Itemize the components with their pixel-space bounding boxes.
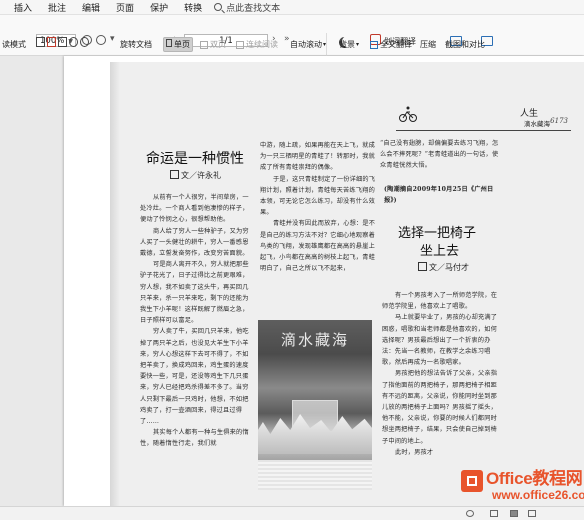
article-title-1: 命运是一种惯性 xyxy=(146,151,244,167)
toolbar: 100%▼ ▾ ‹ 1/1 › » 划词翻译 读模式 旋转文档 单页 双页 连续… xyxy=(0,15,584,67)
search-box[interactable]: 点此查找文本 xyxy=(214,1,280,14)
byline-text-2: 文／马付才 xyxy=(429,263,469,272)
fit-view-icon[interactable] xyxy=(528,510,536,517)
article-byline-2: 文／马付才 xyxy=(418,262,469,273)
paragraph: 其实每个人都有一种与生俱来的惰性，随着惰性行走，我们就 xyxy=(140,429,249,448)
watermark: Office教程网 www.office26.com xyxy=(458,464,584,508)
actual-size-icon[interactable] xyxy=(58,37,67,47)
full-translate-button[interactable]: 全文翻译 xyxy=(370,39,412,50)
read-mode-button[interactable]: 读模式 xyxy=(2,39,26,50)
section-header: 人生 滴水藏海 6173 xyxy=(396,106,576,132)
zoom-out-icon[interactable] xyxy=(96,35,106,45)
full-translate-icon xyxy=(370,40,378,49)
section-subtitle: 滴水藏海 xyxy=(524,120,550,128)
paragraph: 此时，男孩才 xyxy=(395,448,434,456)
double-page-label: 双页 xyxy=(210,40,226,49)
auto-scroll-button[interactable]: 自动滚动 ▾ xyxy=(290,39,326,50)
paragraph: 男孩把他的想法告诉了父亲，父亲指了指他面前的两把椅子，那两把椅子相距有不远的距离… xyxy=(382,370,498,445)
single-page-icon xyxy=(166,39,172,47)
paragraph: 中游，随上疏，如果再能在天上飞，就成为一只三栖明星的青蛙了！转那时，我就成了所有… xyxy=(260,142,375,172)
auto-scroll-label: 自动滚动 xyxy=(290,40,322,49)
eye-icon[interactable] xyxy=(466,510,474,517)
rotate-right-icon[interactable] xyxy=(80,37,89,47)
fit-page-icon[interactable] xyxy=(36,37,45,47)
chevron-down-icon: ▾ xyxy=(356,41,360,48)
search-label: 点此查找文本 xyxy=(226,3,281,14)
water-shape xyxy=(258,460,372,490)
menu-annotate[interactable]: 批注 xyxy=(40,1,74,14)
paragraph: 青蛙并没有因此而放弃，心想：是不是自己的练习方法不对？它细心地观察着鸟类的飞翔，… xyxy=(260,220,376,273)
background-button[interactable]: 背景 ▾ xyxy=(339,39,359,50)
header-rule xyxy=(396,130,571,131)
byline-box-icon xyxy=(418,262,427,271)
rotate-document-button[interactable]: 旋转文档 xyxy=(120,39,152,50)
continuous-read-button[interactable]: 连续阅读 xyxy=(236,39,278,50)
continuous-read-icon xyxy=(236,40,244,49)
double-page-icon xyxy=(200,40,208,49)
menu-page[interactable]: 页面 xyxy=(108,1,142,14)
menu-insert[interactable]: 插入 xyxy=(0,1,40,14)
page-view-icon[interactable] xyxy=(510,510,518,517)
single-page-button[interactable]: 单页 xyxy=(163,37,193,52)
article-title-2-line2: 坐上去 xyxy=(420,244,460,259)
byline-text-1: 文／许永礼 xyxy=(181,171,221,180)
paragraph: 有一个男孩考入了一所师范学院，在师范学院里，他喜欢上了唱歌。 xyxy=(382,292,498,311)
compress-label: 压缩 xyxy=(420,40,436,49)
menu-convert[interactable]: 转换 xyxy=(176,1,210,14)
rotate-left-icon[interactable] xyxy=(69,37,78,47)
read-mode-label: 读模式 xyxy=(2,40,26,49)
screenshot-compare-button[interactable]: 截图和对比 xyxy=(445,39,485,50)
single-page-label: 单页 xyxy=(174,40,190,49)
chevron-down-icon: ▾ xyxy=(323,41,327,48)
paragraph: 穷人卖了牛，买回几只羊来，他吃掉了两只羊之后，也没见大羊生下小羊来，穷人心想这样… xyxy=(140,328,249,426)
zoom-menu-icon[interactable]: ▾ xyxy=(110,34,115,44)
double-page-button[interactable]: 双页 xyxy=(200,39,226,50)
compress-button[interactable]: 压缩 xyxy=(420,39,436,50)
paragraph: 马上就要毕业了，男孩的心却充满了困惑，唱歌和当老师都是他喜欢的，如何选择呢？男孩… xyxy=(382,314,498,367)
article-column-3: “自己没有翅膀，却偏偏要去练习飞翔，怎么会不摔死呢？”老青蛙道出的一句话，使众青… xyxy=(380,138,500,184)
watermark-brand: Office教程网 xyxy=(486,464,583,489)
source-note: (陶潮摘自2009年10月25日《广州日报》) xyxy=(384,186,494,205)
article-title-2-line1: 选择一把椅子 xyxy=(398,226,477,241)
article-column-2: 中游，随上疏，如果再能在天上飞，就成为一只三栖明星的青蛙了！转那时，我就成了所有… xyxy=(260,140,376,310)
status-bar xyxy=(0,506,584,520)
full-translate-label: 全文翻译 xyxy=(380,40,412,49)
article-byline-1: 文／许永礼 xyxy=(170,170,221,181)
page-number-label: 6173 xyxy=(550,117,568,125)
poster-title: 滴水藏海 xyxy=(280,331,349,349)
watermark-brand-cn: 教程网 xyxy=(532,469,583,488)
menu-protect[interactable]: 保护 xyxy=(142,1,176,14)
watermark-brand-en: Office xyxy=(486,469,533,488)
watermark-url: www.office26.com xyxy=(492,488,584,502)
view-icons xyxy=(36,37,91,47)
last-page-icon[interactable]: » xyxy=(284,34,290,44)
menu-edit[interactable]: 编辑 xyxy=(74,1,108,14)
paragraph: 于是，这只青蛙制定了一份详细的飞翔计划，照着计划，青蛙每天苦练飞翔的本领，可无论… xyxy=(260,175,376,217)
fit-width-icon[interactable] xyxy=(47,37,56,47)
paragraph: 商人给了穷人一些种驴子，又为穷人买了一头健壮的耕牛，穷人一番感恩戴德，立誓发奋努… xyxy=(140,227,249,258)
single-view-icon[interactable] xyxy=(490,510,498,517)
background-label: 背景 xyxy=(339,40,355,49)
office-logo-icon xyxy=(461,470,483,492)
screenshot-compare-label: 截图和对比 xyxy=(445,40,485,49)
paragraph: 从前有一个人很穷，半间草房，一处冷灶。一个商人看到他凄惨的样子，便动了怜悯之心，… xyxy=(140,194,249,224)
byline-box-icon xyxy=(170,170,179,179)
search-icon xyxy=(214,3,223,11)
rotate-document-label: 旋转文档 xyxy=(120,40,152,49)
menu-bar: 插入 批注 编辑 页面 保护 转换 点此查找文本 xyxy=(0,0,584,15)
paragraph: “自己没有翅膀，却偏偏要去练习飞翔，怎么会不摔死呢？”老青蛙道出的一句话，使众青… xyxy=(380,140,499,170)
document-margin xyxy=(0,56,64,506)
poster-image: 滴水藏海 xyxy=(258,320,372,490)
article-column-1: 从前有一个人很穷，半间草房，一处冷灶。一个商人看到他凄惨的样子，便动了怜悯之心，… xyxy=(140,192,254,504)
paragraph: 可是商人离开不久，穷人就把那些驴子花光了，日子过得比之前更艰难，穷人想，我不如卖… xyxy=(140,261,249,325)
continuous-read-label: 连续阅读 xyxy=(246,40,278,49)
